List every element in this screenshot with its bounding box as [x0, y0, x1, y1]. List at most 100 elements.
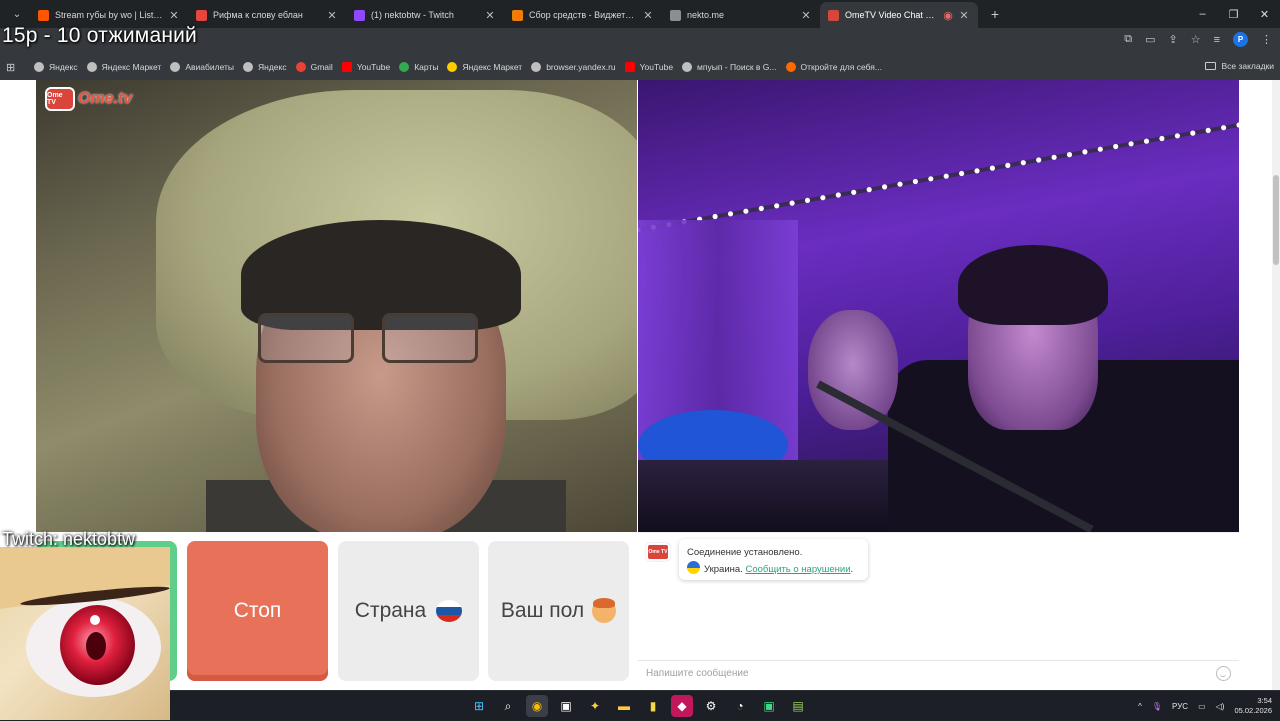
settings-gear-icon[interactable]: ⚙	[700, 695, 722, 717]
apps-grid-icon[interactable]: ⊞	[6, 61, 22, 74]
translate-icon[interactable]: ⧉	[1124, 33, 1132, 46]
video-person-left	[808, 310, 898, 430]
app-green-icon[interactable]: ▣	[758, 695, 780, 717]
twitch-overlay-label: Twitch: nektobtw	[2, 529, 136, 549]
stop-button[interactable]: Стоп	[187, 541, 328, 681]
store-icon[interactable]: ▣	[555, 695, 577, 717]
bookmark-item[interactable]: Яндекс Маркет	[86, 62, 161, 72]
close-tab-icon[interactable]: ✕	[800, 9, 812, 22]
profile-avatar[interactable]: P	[1233, 32, 1248, 47]
new-tab-button[interactable]: +	[984, 6, 1006, 22]
menu-icon[interactable]: ⋮	[1261, 33, 1272, 46]
tab-donationalerts[interactable]: Сбор средств - Виджеты - Don ✕	[504, 2, 662, 28]
windows-start-icon[interactable]: ⊞	[468, 695, 490, 717]
led-dot	[882, 184, 888, 190]
scrollbar[interactable]	[1272, 80, 1280, 690]
tab-title: (1) nektobtw - Twitch	[371, 10, 454, 20]
all-bookmarks-button[interactable]: Все закладки	[1205, 61, 1274, 71]
chat-panel: Ome TV Соединение установлено. Украина. …	[638, 532, 1239, 687]
close-tab-icon[interactable]: ✕	[168, 9, 180, 22]
bookmark-label: Яндекс	[49, 62, 78, 72]
taskbar: ⊞ ⌕ ◉ ▣ ✦ ▬ ▮ ◆ ⚙ ◔ ▣ ▤ ^ 🎙 РУС ▭ ◁) 3:5…	[0, 690, 1280, 720]
bookmark-item[interactable]: Яндекс Маркет	[447, 62, 522, 72]
site-favicon-icon	[196, 9, 207, 21]
message-input[interactable]: Напишите сообщение	[638, 660, 1239, 687]
tab-title: nekto.me	[687, 10, 725, 20]
anime-shine	[90, 615, 100, 625]
tab-twitch[interactable]: (1) nektobtw - Twitch ✕	[346, 2, 504, 28]
bookmark-label: browser.yandex.ru	[546, 62, 616, 72]
scrollbar-thumb[interactable]	[1273, 175, 1279, 265]
network-icon[interactable]: ▭	[1198, 702, 1206, 711]
led-dot	[989, 165, 995, 171]
close-tab-icon[interactable]: ✕	[326, 9, 338, 22]
cast-icon[interactable]: ▭	[1145, 33, 1155, 46]
youtube-icon	[341, 62, 352, 72]
clock-date: 05.02.2026	[1234, 706, 1272, 715]
share-icon[interactable]: ⇪	[1168, 33, 1177, 46]
self-video	[638, 80, 1239, 532]
report-link[interactable]: Сообщить о нарушении	[745, 564, 850, 575]
country-button[interactable]: Страна	[338, 541, 479, 681]
bookmark-label: Яндекс Маркет	[462, 62, 523, 72]
video-glasses	[258, 313, 478, 367]
led-dot	[851, 189, 857, 195]
bookmark-star-icon[interactable]: ☆	[1191, 33, 1201, 46]
bookmark-item[interactable]: Gmail	[295, 62, 333, 72]
led-dot	[912, 178, 918, 185]
reading-list-icon[interactable]: ≡	[1214, 34, 1220, 46]
taskbar-apps: ⊞ ⌕ ◉ ▣ ✦ ▬ ▮ ◆ ⚙ ◔ ▣ ▤	[468, 695, 809, 717]
ometv-chat-icon: Ome TV	[646, 543, 670, 561]
report-suffix: .	[850, 564, 854, 575]
clock[interactable]: 3:54 05.02.2026	[1234, 696, 1272, 716]
bookmark-item[interactable]: YouTube	[341, 62, 390, 72]
led-dot	[943, 173, 949, 179]
language-indicator[interactable]: РУС	[1172, 702, 1188, 711]
gender-button[interactable]: Ваш пол	[488, 541, 629, 681]
bookmark-item[interactable]: Яндекс	[34, 62, 78, 72]
maps-icon	[399, 62, 410, 72]
close-tab-icon[interactable]: ✕	[958, 9, 970, 22]
maximize-button[interactable]: ❐	[1218, 8, 1249, 21]
tab-rhyme[interactable]: Рифма к слову еблан ✕	[188, 2, 346, 28]
bookmark-item[interactable]: Откройте для себя...	[785, 62, 882, 72]
close-window-button[interactable]: ✕	[1249, 8, 1280, 21]
tab-ometv[interactable]: OmeTV Video Chat — Ome ◉ ✕	[820, 2, 978, 28]
led-strip	[638, 122, 1239, 233]
tab-nekto[interactable]: nekto.me ✕	[662, 2, 820, 28]
gmail-icon	[295, 62, 306, 72]
bookmark-item[interactable]: Авиабилеты	[170, 62, 234, 72]
bookmark-item[interactable]: YouTube	[624, 62, 673, 72]
folder-icon[interactable]: ▬	[613, 695, 635, 717]
ometv-icon	[828, 9, 839, 21]
led-dot	[743, 208, 749, 214]
tab-title: Stream губы by wo | Listen onli	[55, 10, 164, 20]
chrome-icon[interactable]: ◉	[526, 695, 548, 717]
search-icon[interactable]: ⌕	[497, 695, 519, 717]
led-dot	[1128, 141, 1134, 147]
tab-search-dropdown-icon[interactable]: ⌄	[4, 3, 30, 25]
app-yellow-icon[interactable]: ▮	[642, 695, 664, 717]
bookmark-item[interactable]: мпуып - Поиск в G...	[682, 62, 777, 72]
ometv-logo: Ome TV Ome.tv	[45, 87, 132, 111]
market-icon	[447, 62, 458, 72]
app-android-icon[interactable]: ▤	[787, 695, 809, 717]
country-label: Страна	[354, 599, 427, 622]
window-controls: – ❐ ✕	[1187, 0, 1280, 28]
tray-expand-icon[interactable]: ^	[1138, 702, 1142, 711]
bookmark-item[interactable]: browser.yandex.ru	[531, 62, 616, 72]
bookmark-item[interactable]: Карты	[399, 62, 438, 72]
obs-icon[interactable]: ◆	[671, 695, 693, 717]
bookmark-item[interactable]: Яндекс	[243, 62, 287, 72]
app-clock-icon[interactable]: ◔	[729, 695, 751, 717]
led-dot	[959, 170, 965, 177]
app-star-icon[interactable]: ✦	[584, 695, 606, 717]
led-dot	[1005, 162, 1011, 168]
minimize-button[interactable]: –	[1187, 8, 1218, 20]
close-tab-icon[interactable]: ✕	[642, 9, 654, 22]
close-tab-icon[interactable]: ✕	[484, 9, 496, 22]
volume-icon[interactable]: ◁)	[1216, 702, 1225, 711]
microphone-icon[interactable]: 🎙	[1152, 702, 1162, 711]
bookmarks-bar: ⊞ Яндекс Яндекс Маркет Авиабилеты Яндекс…	[0, 54, 1280, 80]
emoji-icon[interactable]	[1216, 666, 1231, 681]
